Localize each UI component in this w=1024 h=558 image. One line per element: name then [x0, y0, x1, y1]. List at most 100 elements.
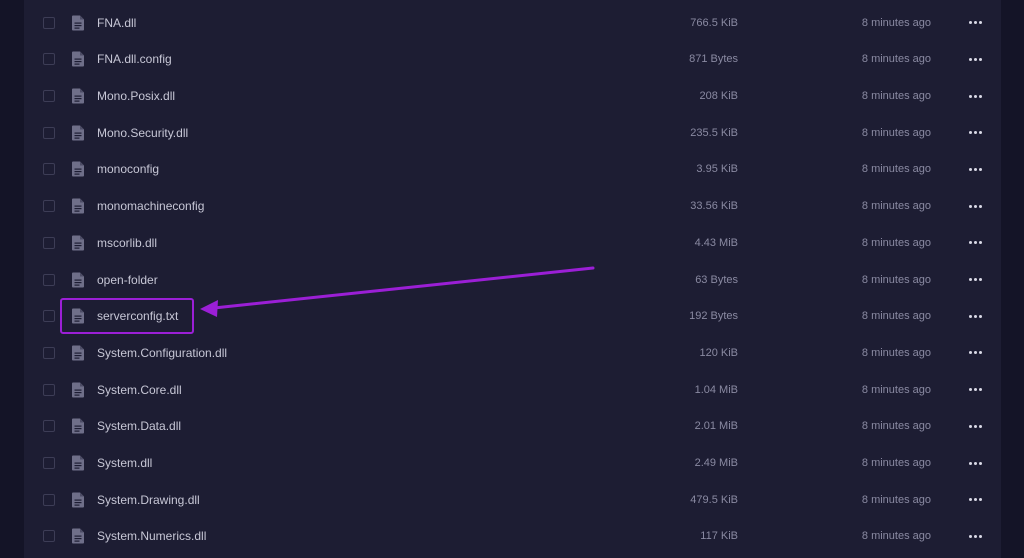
file-name[interactable]: open-folder: [97, 273, 158, 287]
row-checkbox[interactable]: [43, 90, 55, 103]
file-row[interactable]: System.Data.dll 2.01 MiB 8 minutes ago: [24, 408, 1001, 445]
more-options-icon[interactable]: [967, 164, 983, 174]
file-name[interactable]: serverconfig.txt: [97, 309, 178, 323]
file-name[interactable]: monoconfig: [97, 162, 159, 176]
file-modified: 8 minutes ago: [861, 420, 931, 433]
file-row[interactable]: System.Core.dll 1.04 MiB 8 minutes ago: [24, 371, 1001, 408]
file-modified: 8 minutes ago: [861, 493, 931, 506]
more-options-icon[interactable]: [967, 531, 983, 541]
file-size: 2.49 MiB: [694, 457, 738, 470]
file-name[interactable]: monomachineconfig: [97, 199, 204, 213]
file-icon: [72, 235, 84, 251]
file-modified: 8 minutes ago: [861, 53, 931, 66]
row-checkbox[interactable]: [43, 310, 55, 323]
more-options-icon[interactable]: [967, 201, 983, 211]
file-modified: 8 minutes ago: [861, 346, 931, 359]
file-modified: 8 minutes ago: [861, 383, 931, 396]
row-checkbox[interactable]: [43, 16, 55, 29]
file-name[interactable]: System.Data.dll: [97, 419, 181, 433]
file-size: 208 KiB: [699, 90, 738, 103]
file-size: 3.95 KiB: [696, 163, 738, 176]
more-options-icon[interactable]: [967, 348, 983, 358]
file-modified: 8 minutes ago: [861, 126, 931, 139]
more-options-icon[interactable]: [967, 275, 983, 285]
file-row[interactable]: monoconfig 3.95 KiB 8 minutes ago: [24, 151, 1001, 188]
file-icon: [72, 345, 84, 361]
more-options-icon[interactable]: [967, 458, 983, 468]
file-size: 192 Bytes: [689, 310, 738, 323]
file-size: 766.5 KiB: [690, 16, 738, 29]
row-checkbox[interactable]: [43, 346, 55, 359]
file-size: 63 Bytes: [695, 273, 738, 286]
file-size: 1.04 MiB: [694, 383, 738, 396]
more-options-icon[interactable]: [967, 91, 983, 101]
row-checkbox[interactable]: [43, 530, 55, 543]
file-name[interactable]: FNA.dll.config: [97, 52, 172, 66]
app-frame: FNA.dll 766.5 KiB 8 minutes ago FNA.dll.con…: [0, 0, 1024, 558]
file-name[interactable]: Mono.Posix.dll: [97, 89, 175, 103]
file-icon: [72, 272, 84, 288]
file-size: 33.56 KiB: [690, 200, 738, 213]
row-checkbox[interactable]: [43, 236, 55, 249]
file-modified: 8 minutes ago: [861, 90, 931, 103]
file-icon: [72, 88, 84, 104]
file-name[interactable]: mscorlib.dll: [97, 236, 157, 250]
more-options-icon[interactable]: [967, 311, 983, 321]
more-options-icon[interactable]: [967, 421, 983, 431]
more-options-icon[interactable]: [967, 128, 983, 138]
file-list: FNA.dll 766.5 KiB 8 minutes ago FNA.dll.con…: [24, 0, 1001, 558]
more-options-icon[interactable]: [967, 18, 983, 28]
file-modified: 8 minutes ago: [861, 236, 931, 249]
file-name[interactable]: Mono.Security.dll: [97, 126, 188, 140]
file-icon: [72, 15, 84, 31]
file-row[interactable]: open-folder 63 Bytes 8 minutes ago: [24, 261, 1001, 298]
file-size: 4.43 MiB: [694, 236, 738, 249]
more-options-icon[interactable]: [967, 385, 983, 395]
file-icon: [72, 161, 84, 177]
file-row[interactable]: System.Configuration.dll 120 KiB 8 minutes…: [24, 335, 1001, 372]
file-size: 871 Bytes: [689, 53, 738, 66]
file-icon: [72, 492, 84, 508]
file-name[interactable]: FNA.dll: [97, 16, 136, 30]
row-checkbox[interactable]: [43, 457, 55, 470]
file-size: 235.5 KiB: [690, 126, 738, 139]
more-options-icon[interactable]: [967, 238, 983, 248]
row-checkbox[interactable]: [43, 383, 55, 396]
row-checkbox[interactable]: [43, 493, 55, 506]
file-size: 2.01 MiB: [694, 420, 738, 433]
more-options-icon[interactable]: [967, 495, 983, 505]
file-icon: [72, 125, 84, 141]
file-modified: 8 minutes ago: [861, 16, 931, 29]
file-name[interactable]: System.Numerics.dll: [97, 529, 206, 543]
file-row[interactable]: serverconfig.txt 192 Bytes 8 minutes ago: [24, 298, 1001, 335]
more-options-icon[interactable]: [967, 54, 983, 64]
file-row[interactable]: System.Numerics.dll 117 KiB 8 minutes ago: [24, 518, 1001, 555]
file-name[interactable]: System.Drawing.dll: [97, 493, 200, 507]
row-checkbox[interactable]: [43, 53, 55, 66]
file-row[interactable]: FNA.dll.config 871 Bytes 8 minutes ago: [24, 41, 1001, 78]
file-name[interactable]: System.dll: [97, 456, 152, 470]
file-modified: 8 minutes ago: [861, 530, 931, 543]
file-row[interactable]: mscorlib.dll 4.43 MiB 8 minutes ago: [24, 225, 1001, 262]
row-checkbox[interactable]: [43, 163, 55, 176]
file-modified: 8 minutes ago: [861, 200, 931, 213]
file-name[interactable]: System.Configuration.dll: [97, 346, 227, 360]
file-row[interactable]: System.dll 2.49 MiB 8 minutes ago: [24, 445, 1001, 482]
file-size: 117 KiB: [700, 530, 738, 543]
row-checkbox[interactable]: [43, 200, 55, 213]
file-row[interactable]: Mono.Posix.dll 208 KiB 8 minutes ago: [24, 78, 1001, 115]
file-row[interactable]: System.Drawing.dll 479.5 KiB 8 minutes ago: [24, 481, 1001, 518]
file-manager-panel: FNA.dll 766.5 KiB 8 minutes ago FNA.dll.con…: [24, 0, 1001, 558]
file-row[interactable]: monomachineconfig 33.56 KiB 8 minutes ago: [24, 188, 1001, 225]
file-name[interactable]: System.Core.dll: [97, 383, 182, 397]
file-icon: [72, 455, 84, 471]
row-checkbox[interactable]: [43, 273, 55, 286]
file-icon: [72, 418, 84, 434]
file-modified: 8 minutes ago: [861, 457, 931, 470]
file-modified: 8 minutes ago: [861, 310, 931, 323]
row-checkbox[interactable]: [43, 420, 55, 433]
file-row[interactable]: FNA.dll 766.5 KiB 8 minutes ago: [24, 4, 1001, 41]
file-icon: [72, 382, 84, 398]
file-row[interactable]: Mono.Security.dll 235.5 KiB 8 minutes ago: [24, 114, 1001, 151]
row-checkbox[interactable]: [43, 126, 55, 139]
